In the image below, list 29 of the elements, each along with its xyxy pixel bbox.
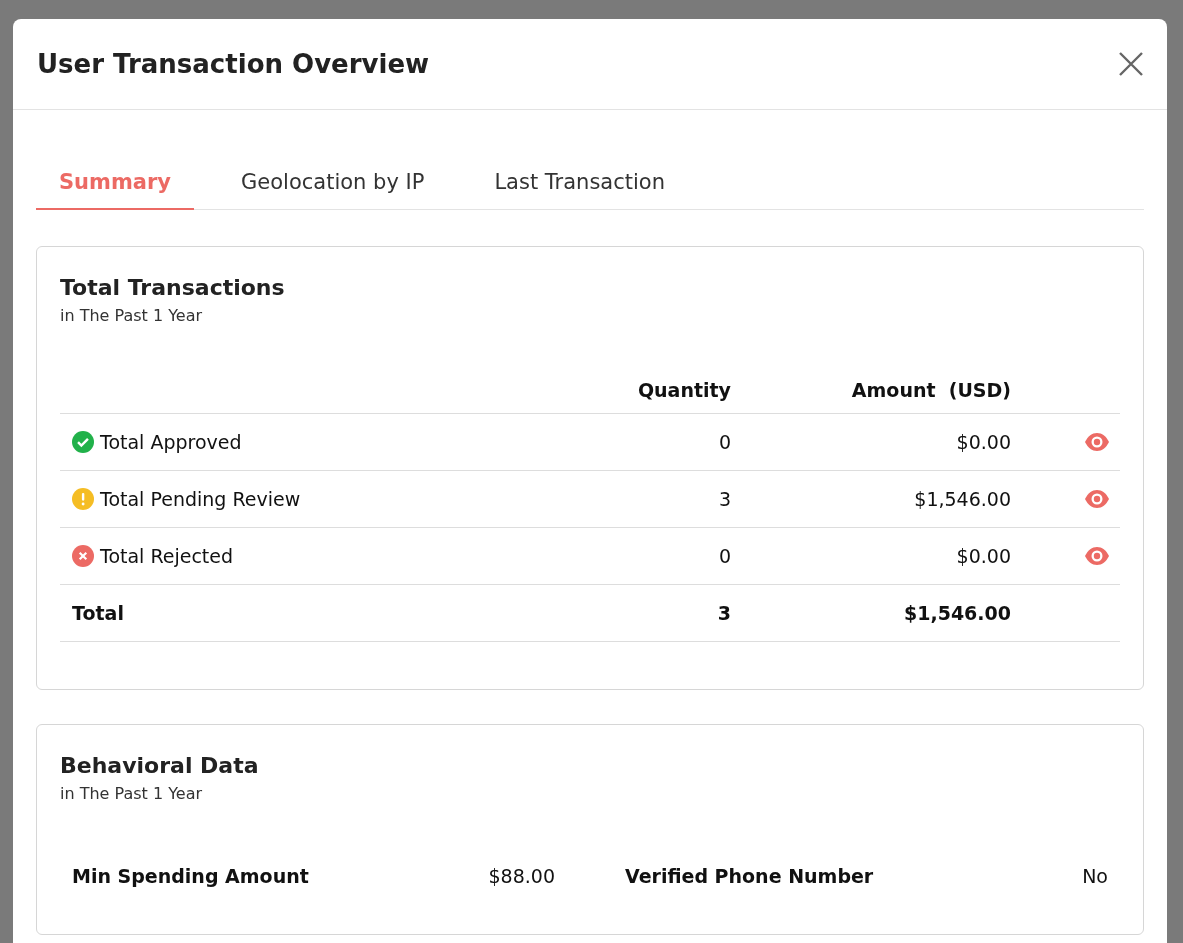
- row-label: Total Approved: [100, 431, 242, 453]
- quantity-cell-text: 3: [716, 602, 732, 624]
- quantity-cell-text: 0: [717, 431, 732, 453]
- close-button[interactable]: [1117, 50, 1145, 78]
- data-label: Min Spending Amount: [72, 865, 309, 887]
- data-label: Verified Phone Number: [625, 865, 874, 887]
- amount-cell-text: $0.00: [955, 545, 1012, 567]
- modal-title: User Transaction Overview: [37, 49, 430, 79]
- quantity-cell-text: 3: [717, 488, 732, 510]
- row-label: Total Pending Review: [100, 488, 301, 510]
- quantity-cell-text: 0: [717, 545, 732, 567]
- card-title: Behavioral Data: [60, 753, 260, 778]
- view-button[interactable]: [1084, 489, 1110, 509]
- view-button[interactable]: [1084, 432, 1110, 452]
- row-label: Total: [71, 602, 125, 624]
- data-value: $88.00: [488, 865, 555, 887]
- column-header: Quantity: [636, 379, 732, 401]
- row-label: Total Rejected: [100, 545, 234, 567]
- amount-cell-text: $1,546.00: [913, 488, 1012, 510]
- view-button[interactable]: [1084, 546, 1110, 566]
- column-header: Amount (USD): [850, 379, 1012, 401]
- amount-cell-text: $0.00: [955, 431, 1012, 453]
- card-title: Total Transactions: [60, 275, 286, 300]
- amount-cell-text: $1,546.00: [903, 602, 1012, 624]
- card-subtitle: in The Past 1 Year: [60, 306, 204, 325]
- data-value: No: [1082, 865, 1108, 887]
- tab[interactable]: Last Transaction: [471, 158, 688, 210]
- card-subtitle: in The Past 1 Year: [60, 784, 204, 803]
- tab[interactable]: Geolocation by IP: [218, 158, 448, 210]
